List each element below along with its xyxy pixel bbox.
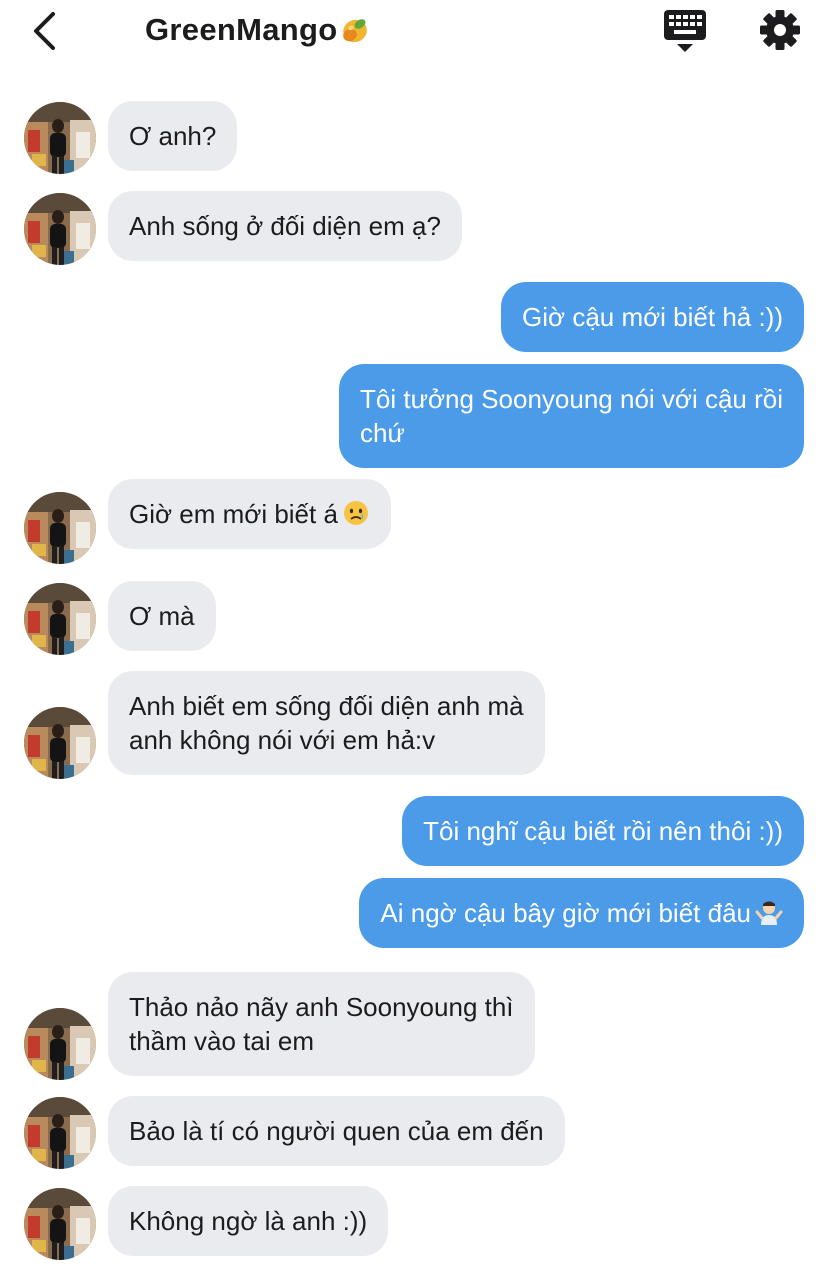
contact-avatar[interactable] bbox=[24, 1188, 96, 1260]
incoming-message[interactable]: Giờ em mới biết á bbox=[108, 479, 391, 549]
outgoing-message[interactable]: Ai ngờ cậu bây giờ mới biết đâu bbox=[359, 878, 804, 948]
contact-avatar[interactable] bbox=[24, 492, 96, 564]
settings-button[interactable] bbox=[758, 8, 802, 52]
contact-avatar[interactable] bbox=[24, 707, 96, 779]
chat-title: GreenMango bbox=[145, 12, 338, 47]
contact-avatar[interactable] bbox=[24, 193, 96, 265]
crying-face-emoji-icon bbox=[343, 501, 368, 525]
chat-header: GreenMango bbox=[0, 0, 828, 70]
incoming-message[interactable]: Anh sống ở đối diện em ạ? bbox=[108, 191, 462, 261]
keyboard-icon bbox=[664, 10, 706, 52]
contact-avatar[interactable] bbox=[24, 102, 96, 174]
chevron-left-icon bbox=[34, 12, 55, 50]
incoming-message[interactable]: Thảo nảo nãy anh Soonyoung thì thầm vào … bbox=[108, 972, 535, 1076]
incoming-message[interactable]: Bảo là tí có người quen của em đến bbox=[108, 1096, 565, 1166]
contact-avatar[interactable] bbox=[24, 1008, 96, 1080]
incoming-message[interactable]: Không ngờ là anh :)) bbox=[108, 1186, 389, 1256]
incoming-message[interactable]: Anh biết em sống đối diện anh mà anh khô… bbox=[108, 671, 545, 775]
keyboard-toggle-button[interactable] bbox=[662, 8, 708, 54]
incoming-message[interactable]: Ơ anh? bbox=[108, 101, 238, 171]
mango-emoji-icon bbox=[343, 19, 368, 43]
outgoing-message[interactable]: Giờ cậu mới biết hả :)) bbox=[501, 282, 804, 352]
back-button[interactable] bbox=[24, 8, 68, 52]
gear-icon bbox=[760, 10, 800, 50]
contact-avatar[interactable] bbox=[24, 583, 96, 655]
outgoing-message[interactable]: Tôi tưởng Soonyoung nói với cậu rồi chứ bbox=[339, 364, 804, 468]
man-shrugging-emoji-icon bbox=[755, 901, 783, 925]
message-text: Ai ngờ cậu bây giờ mới biết đâu bbox=[380, 898, 751, 928]
outgoing-message[interactable]: Tôi nghĩ cậu biết rồi nên thôi :)) bbox=[402, 796, 804, 866]
contact-name-button[interactable]: GreenMango bbox=[145, 12, 370, 48]
incoming-message[interactable]: Ơ mà bbox=[108, 581, 216, 651]
message-text: Giờ em mới biết á bbox=[129, 499, 338, 529]
contact-avatar[interactable] bbox=[24, 1097, 96, 1169]
